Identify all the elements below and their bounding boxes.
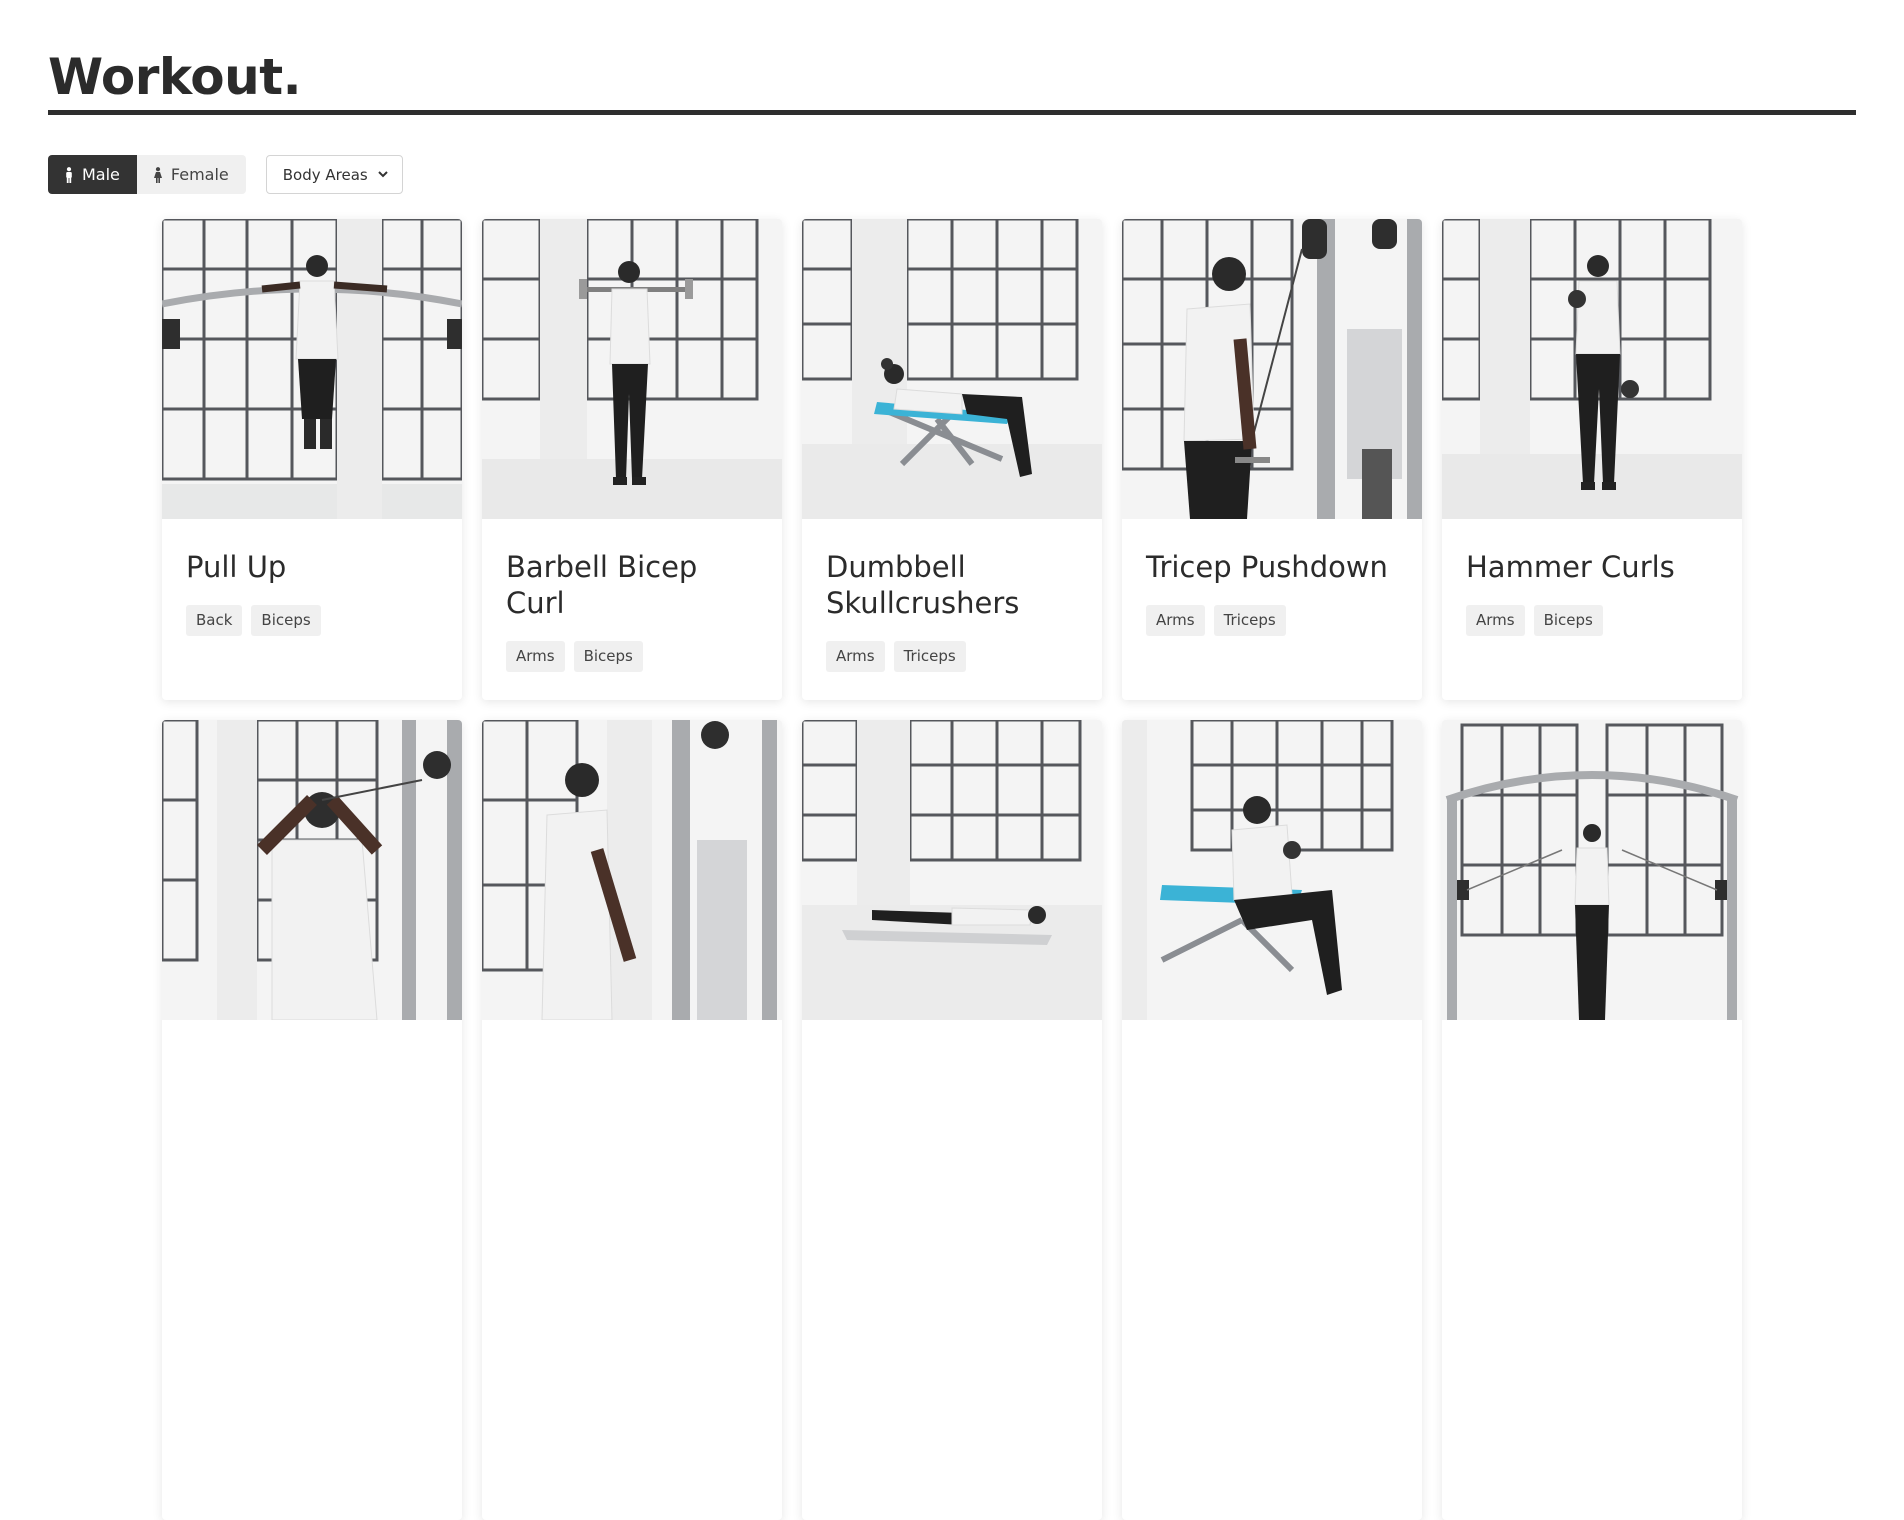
exercise-photo [802, 219, 1102, 519]
exercise-card-body: Tricep Pushdown Arms Triceps [1122, 519, 1422, 636]
exercise-card[interactable] [1442, 720, 1742, 1520]
exercise-photo [482, 219, 782, 519]
exercise-tag[interactable]: Triceps [893, 641, 966, 672]
workout-page: Workout. Male Female Body Areas Pull Up … [0, 0, 1904, 1520]
exercise-title: Hammer Curls [1466, 550, 1675, 584]
page-title: Workout. [48, 48, 302, 106]
exercise-card[interactable]: Barbell Bicep Curl Arms Biceps [482, 219, 782, 700]
exercise-tags: Arms Triceps [826, 641, 1078, 672]
exercise-tag[interactable]: Biceps [573, 641, 643, 672]
exercise-title: Dumbbell Skullcrushers [826, 550, 1020, 620]
female-button-label: Female [170, 165, 229, 184]
exercise-tag[interactable]: Back [186, 605, 243, 636]
exercise-photo [1442, 219, 1742, 519]
exercise-photo [162, 720, 462, 1020]
exercise-tag[interactable]: Triceps [1213, 605, 1286, 636]
female-person-icon [153, 166, 162, 183]
exercise-tag[interactable]: Arms [1146, 605, 1205, 636]
female-button[interactable]: Female [136, 155, 246, 194]
exercise-tag[interactable]: Biceps [1533, 605, 1603, 636]
exercise-photo [1442, 720, 1742, 1020]
exercise-photo [162, 219, 462, 519]
exercise-photo [1122, 720, 1422, 1020]
exercise-card[interactable]: Pull Up Back Biceps [162, 219, 462, 700]
exercise-tag[interactable]: Biceps [251, 605, 321, 636]
exercise-title: Tricep Pushdown [1146, 550, 1388, 584]
gender-toggle: Male Female [48, 155, 246, 194]
exercise-card-body: Hammer Curls Arms Biceps [1442, 519, 1742, 636]
exercise-tags: Back Biceps [186, 605, 438, 636]
exercise-title: Pull Up [186, 550, 287, 584]
chevron-down-icon [378, 171, 388, 178]
male-person-icon [66, 166, 72, 183]
exercise-tags: Arms Biceps [506, 641, 758, 672]
exercise-card[interactable] [802, 720, 1102, 1520]
exercise-tag[interactable]: Arms [826, 641, 885, 672]
filter-toolbar: Male Female Body Areas [48, 155, 403, 194]
exercise-tag[interactable]: Arms [506, 641, 565, 672]
exercise-tags: Arms Triceps [1146, 605, 1398, 636]
exercise-card[interactable] [162, 720, 462, 1520]
exercise-tags: Arms Biceps [1466, 605, 1718, 636]
exercise-card-body: Dumbbell Skullcrushers Arms Triceps [802, 519, 1102, 672]
page-header: Workout. [48, 44, 1856, 115]
exercise-card[interactable]: Dumbbell Skullcrushers Arms Triceps [802, 219, 1102, 700]
exercise-card[interactable]: Tricep Pushdown Arms Triceps [1122, 219, 1422, 700]
exercise-photo [802, 720, 1102, 1020]
exercise-photo [1122, 219, 1422, 519]
exercise-card[interactable] [482, 720, 782, 1520]
body-areas-label: Body Areas [282, 165, 368, 184]
exercise-card-body: Barbell Bicep Curl Arms Biceps [482, 519, 782, 672]
male-button-label: Male [82, 165, 120, 184]
exercise-card[interactable] [1122, 720, 1422, 1520]
exercise-card-body: Pull Up Back Biceps [162, 519, 462, 636]
exercise-photo [482, 720, 782, 1020]
exercise-grid: Pull Up Back Biceps Barbell Bicep Curl A… [162, 219, 1742, 1520]
exercise-title: Barbell Bicep Curl [506, 550, 698, 620]
exercise-card[interactable]: Hammer Curls Arms Biceps [1442, 219, 1742, 700]
male-button[interactable]: Male [48, 155, 137, 194]
body-areas-dropdown[interactable]: Body Areas [265, 155, 403, 194]
exercise-tag[interactable]: Arms [1466, 605, 1525, 636]
